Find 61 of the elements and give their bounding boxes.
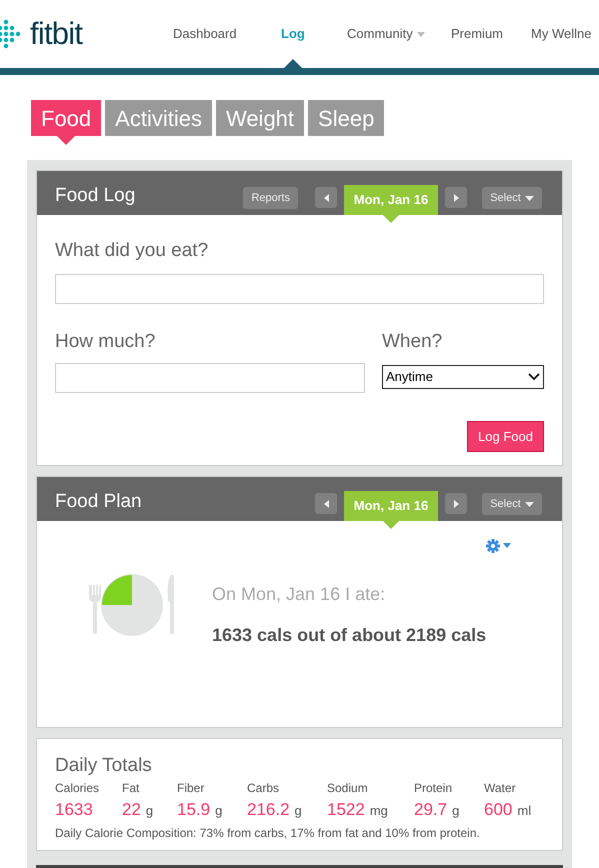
pointer-icon <box>383 521 399 529</box>
nutrient-label: Carbs <box>247 780 280 797</box>
nutrient-label: Protein <box>414 780 454 797</box>
nav-link[interactable]: Community <box>347 24 413 44</box>
nutrient-label: Calories <box>55 780 100 797</box>
food-input-field[interactable] <box>55 274 544 304</box>
nutrient-value: 29.7 <box>414 799 448 821</box>
next-day-button[interactable] <box>445 187 467 208</box>
left-arrow-icon <box>324 500 328 508</box>
select-dropdown[interactable]: Select <box>482 493 542 515</box>
section-tab[interactable]: Activities <box>105 100 212 136</box>
pointer-icon <box>57 136 75 145</box>
amount-input-field[interactable] <box>55 363 365 393</box>
nutrient-value: 1633 <box>55 799 93 821</box>
nutrient-value: 22 <box>122 799 141 821</box>
nutrient-value: 216.2 <box>247 799 290 821</box>
field-label: When? <box>382 330 444 354</box>
composition-text: Daily Calorie Composition: 73% from carbs, 17% from fat and 10% from protein. <box>55 824 481 842</box>
nutrient-label: Sodium <box>327 780 369 797</box>
nutrient-label: Fat <box>122 780 140 797</box>
nutrient-unit: g <box>146 802 154 820</box>
caret-icon <box>524 196 534 200</box>
reports-button[interactable]: Reports <box>243 187 298 209</box>
left-arrow-icon <box>324 194 328 202</box>
pointer-icon <box>383 215 399 223</box>
nutrient-unit: g <box>452 802 460 820</box>
right-arrow-icon <box>454 194 458 202</box>
right-arrow-icon <box>454 500 458 508</box>
nav-link[interactable]: Log <box>281 24 305 44</box>
previous-day-button[interactable] <box>315 187 337 208</box>
nutrient-value: 600 <box>484 799 512 821</box>
nav-link[interactable]: Dashboard <box>173 24 237 44</box>
field-label: What did you eat? <box>55 239 210 263</box>
section-tab[interactable]: Weight <box>216 100 304 136</box>
nav-link[interactable]: Premium <box>451 24 504 44</box>
when-dropdown[interactable]: Anytime <box>382 365 544 389</box>
calorie-summary: 1633 cals out of about 2189 cals <box>212 624 486 647</box>
nav-link[interactable]: My Wellne <box>531 24 592 44</box>
settings-icon[interactable] <box>486 539 512 553</box>
previous-day-button[interactable] <box>315 493 337 514</box>
intro-text: On Mon, Jan 16 I ate: <box>212 583 386 606</box>
nutrient-unit: ml <box>517 802 532 820</box>
nutrient-value: 15.9 <box>177 799 210 821</box>
logo-icon <box>0 18 22 50</box>
field-label: How much? <box>55 330 156 354</box>
caret-icon <box>524 502 534 506</box>
nutrient-unit: mg <box>370 802 388 820</box>
nutrient-unit: g <box>294 802 302 820</box>
next-day-button[interactable] <box>445 493 467 514</box>
chevron-down-icon <box>528 373 540 381</box>
logo-text: fitbit <box>30 14 82 53</box>
card-title: Food Log <box>55 184 136 208</box>
log-food-button[interactable]: Log Food <box>467 421 544 452</box>
card-title: Food Plan <box>55 490 142 514</box>
nutrient-value: 1522 <box>327 799 365 821</box>
section-tab[interactable]: Sleep <box>308 100 384 136</box>
nutrient-label: Fiber <box>177 780 206 797</box>
card-title: Daily Totals <box>55 755 153 777</box>
select-dropdown[interactable]: Select <box>482 187 542 209</box>
nutrient-unit: g <box>215 802 222 820</box>
nutrient-label: Water <box>484 780 517 797</box>
